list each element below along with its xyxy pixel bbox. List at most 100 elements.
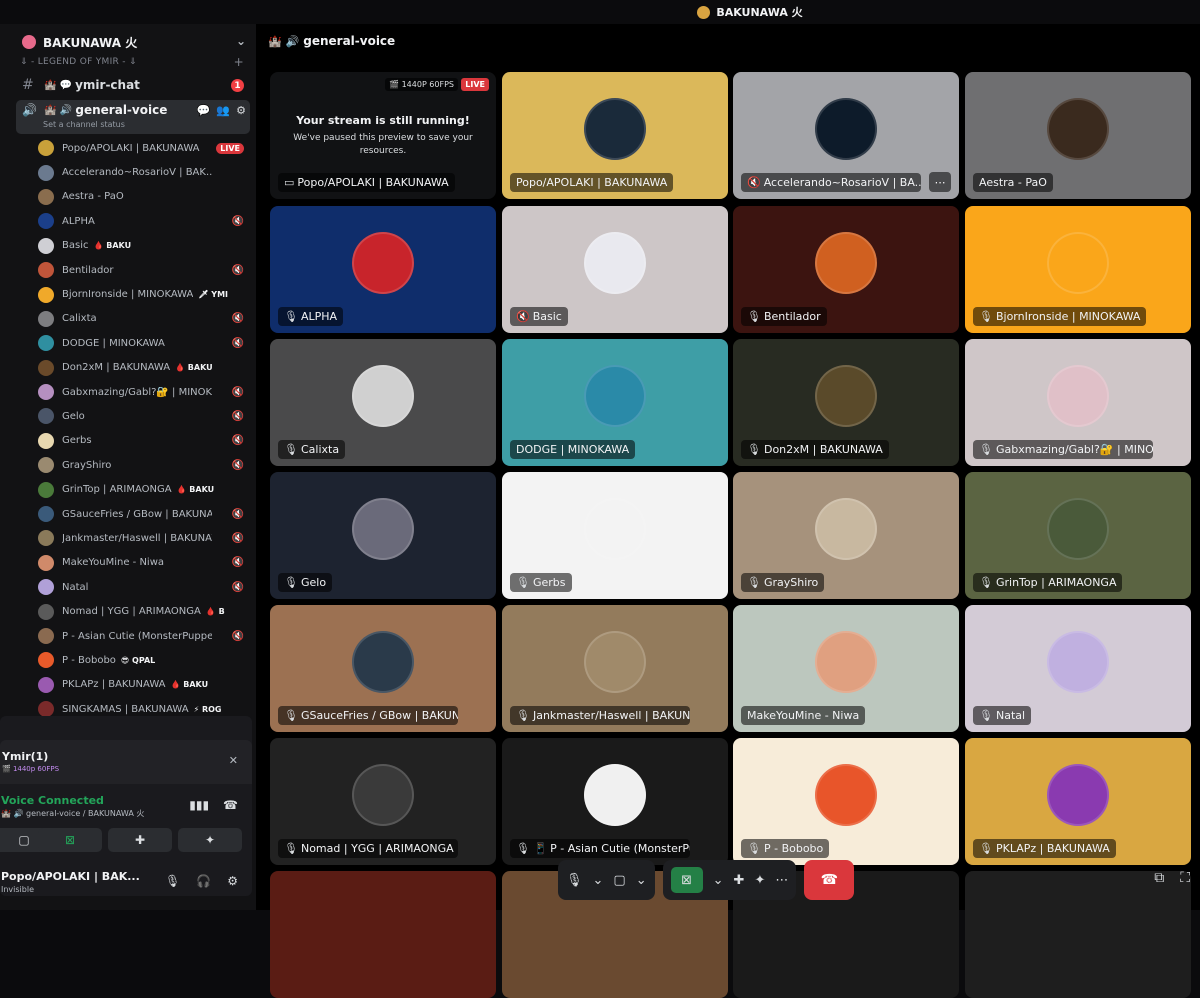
voice-member[interactable]: Nomad | YGG | ARIMAONGA 🩸 B [38,599,252,623]
participant-tile[interactable]: 🎙 GrayShiro [733,472,959,599]
stream-tile[interactable]: 🎬 1440P 60FPS LIVE Your stream is still … [270,72,496,199]
participant-label: 🔇 Basic [510,307,568,326]
voice-member[interactable]: DODGE | MINOKAWA 🔇 [38,331,252,355]
avatar [815,364,877,427]
invite-icon[interactable]: 👥 [216,104,230,117]
voice-member[interactable]: Accelerando~RosarioV | BAK... [38,160,252,184]
participant-tile[interactable]: Aestra - PaO [965,72,1191,199]
signal-icon[interactable]: ▮▮▮ [189,798,209,812]
participant-tile[interactable]: 🎙 P - Bobobo [733,738,959,865]
voice-member[interactable]: BjornIronside | MINOKAWA 🗡 YMI [38,282,252,306]
chevron-down-icon[interactable]: ⌄ [236,34,246,48]
server-header[interactable]: BAKUNAWA 火 ⌄ [10,30,254,54]
screen-share-icon[interactable]: ⊠ [670,867,703,893]
participant-tile[interactable]: 🎙 Nomad | YGG | ARIMAONGA [270,738,496,865]
stop-stream-icon[interactable]: ✕ [229,754,238,767]
voice-member[interactable]: P - Bobobo 😎 QPAL [38,648,252,672]
microphone-icon[interactable]: 🎙 [165,874,180,888]
channel-general-voice[interactable]: 🔊 🏰 🔊 general-voice Set a channel status… [16,100,250,134]
participant-tile[interactable]: 🎙 Gelo [270,472,496,599]
voice-member[interactable]: Don2xM | BAKUNAWA 🩸 BAKU [38,356,252,380]
stream-preview-panel[interactable]: Ymir(1) 🎬 1440p 60FPS ✕ [0,740,252,784]
leave-call-button[interactable]: ☎ [804,860,855,900]
channel-status-input[interactable]: Set a channel status [43,120,125,129]
user-settings-gear-icon[interactable]: ⚙ [227,874,238,888]
voice-member[interactable]: GrinTop | ARIMAONGA 🩸 BAKU [38,477,252,501]
voice-member[interactable]: Popo/APOLAKI | BAKUNAWA LIVE [38,136,252,160]
voice-member[interactable]: Gabxmazing/Gabl?🔐 | MINOKA... 🔇 [38,380,252,404]
mic-options-chevron-icon[interactable]: ⌄ [593,873,604,888]
participant-tile[interactable]: 🎙GSauceFries / GBow | BAKUNAWA [270,605,496,732]
participant-tile[interactable] [965,871,1191,998]
voice-member[interactable]: Bentilador 🔇 [38,258,252,282]
participant-tile[interactable]: 🔇 Basic [502,206,728,333]
voice-member[interactable]: GSauceFries / GBow | BAKUNAWA 🔇 [38,502,252,526]
voice-member[interactable]: Jankmaster/Haswell | BAKUNAWA 🔇 [38,526,252,550]
chat-bubble-icon[interactable]: 💬 [197,104,211,117]
tile-more-icon[interactable]: ⋯ [929,172,951,192]
participant-tile[interactable]: 🎙Jankmaster/Haswell | BAKUNAWA [502,605,728,732]
camera-off-icon[interactable]: ▢ [613,873,625,888]
avatar [38,628,54,644]
participant-tile[interactable]: 🎙 Natal [965,605,1191,732]
voice-member[interactable]: Calixta 🔇 [38,307,252,331]
voice-member[interactable]: GrayShiro 🔇 [38,453,252,477]
member-name: Aestra - PaO [62,191,124,203]
soundboard-icon[interactable]: ✦ [754,873,765,888]
voice-member[interactable]: PKLAPz | BAKUNAWA 🩸 BAKU [38,673,252,697]
add-channel-icon[interactable]: + [234,55,244,69]
participant-tile[interactable]: 🔇 Accelerando~RosarioV | BA... ⋯ [733,72,959,199]
popout-icon[interactable]: ⧉ [1154,870,1164,886]
avatar [584,630,646,693]
participant-tile[interactable]: 🎙 BjornIronside | MINOKAWA [965,206,1191,333]
participant-tile[interactable]: MakeYouMine - Niwa [733,605,959,732]
voice-connected-location[interactable]: 🏰 🔊 general-voice / BAKUNAWA 火 [1,808,144,819]
participant-label: 🎙 Natal [973,706,1032,725]
participant-label: 🎙 Nomad | YGG | ARIMAONGA [278,839,458,858]
activities-icon[interactable]: ✚ [734,873,745,888]
voice-member[interactable]: Gelo 🔇 [38,404,252,428]
share-screen-button[interactable]: ⊠ [38,828,102,852]
headphones-icon[interactable]: 🎧 [196,874,211,888]
participant-tile[interactable]: 🎙 Gerbs [502,472,728,599]
voice-member[interactable]: P - Asian Cutie (MonsterPuppet) 🔇 [38,624,252,648]
participant-tile[interactable]: 🎙 📱P - Asian Cutie (MonsterPuppet) [502,738,728,865]
muted-icon: 🔇 [516,310,530,323]
muted-icon: 🔇 [231,459,244,471]
voice-member[interactable]: Gerbs 🔇 [38,429,252,453]
disconnect-icon[interactable]: ☎ [223,798,238,812]
participant-tile[interactable] [270,871,496,998]
participant-tile[interactable]: 🎙 Bentilador [733,206,959,333]
voice-member[interactable]: MakeYouMine - Niwa 🔇 [38,551,252,575]
member-name: Accelerando~RosarioV | BAK... [62,167,212,179]
participant-tile[interactable]: DODGE | MINOKAWA [502,339,728,466]
member-name: ALPHA [62,215,95,227]
participant-tile[interactable]: 🎙Gabxmazing/Gabl?🔐 | MINOKAWA [965,339,1191,466]
voice-member[interactable]: ALPHA 🔇 [38,209,252,233]
mic-toggle-icon[interactable]: 🎙 [566,873,583,888]
voice-member[interactable]: Natal 🔇 [38,575,252,599]
fullscreen-icon[interactable]: ⛶ [1180,870,1190,886]
participant-tile[interactable]: 🎙 Don2xM | BAKUNAWA [733,339,959,466]
avatar [1047,497,1109,560]
avatar [38,286,54,303]
soundboard-button[interactable]: ✦ [178,828,242,852]
participant-tile[interactable]: Popo/APOLAKI | BAKUNAWA [502,72,728,199]
camera-options-chevron-icon[interactable]: ⌄ [636,873,647,888]
avatar [1047,630,1109,693]
voice-member[interactable]: Basic 🩸 BAKU [38,234,252,258]
channel-category[interactable]: ⇓ - LEGEND OF YMIR - ⇓ + [20,55,246,69]
account-name[interactable]: Popo/APOLAKI | BAK... [1,870,140,883]
gear-icon[interactable]: ⚙ [236,104,246,117]
share-options-chevron-icon[interactable]: ⌄ [713,873,724,888]
more-options-icon[interactable]: ⋯ [775,873,788,888]
participant-tile[interactable]: 🎙 Calixta [270,339,496,466]
member-name: GrayShiro [62,459,112,471]
activities-button[interactable]: ✚ [108,828,172,852]
participant-tile[interactable]: 🎙 ALPHA [270,206,496,333]
channel-ymir-chat[interactable]: # 🏰 💬 ymir-chat 1 [16,74,250,96]
participant-tile[interactable]: 🎙 GrinTop | ARIMAONGA [965,472,1191,599]
voice-member[interactable]: Aestra - PaO [38,185,252,209]
participant-tile[interactable]: 🎙 PKLAPz | BAKUNAWA [965,738,1191,865]
stream-owner: Popo/APOLAKI | BAKUNAWA [297,176,449,189]
